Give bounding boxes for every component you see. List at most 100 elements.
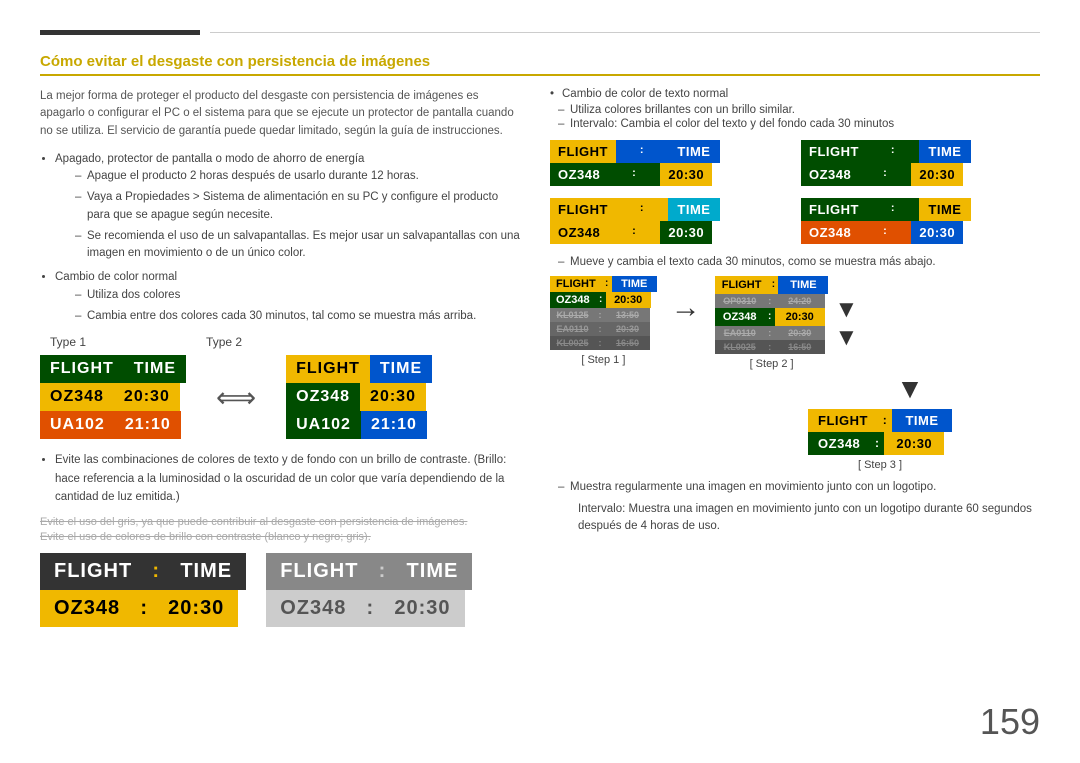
s2-t1650: 16:50 [775, 340, 825, 354]
s1-ea1: EA0110 [550, 322, 595, 336]
type2-label: Type 2 [206, 335, 242, 349]
cb4-header: FLIGHT : TIME [801, 198, 1040, 221]
large-board2-data: OZ348 : 20:30 [266, 590, 472, 627]
page-number: 159 [980, 701, 1040, 743]
lb2-colon: : [372, 553, 392, 590]
s2-colon3: : [765, 308, 775, 326]
swap-arrow: ⟺ [216, 381, 256, 414]
cb1-data: OZ348 : 20:30 [550, 163, 789, 186]
step2-board: FLIGHT : TIME OP0310 : 24:20 OZ348 [715, 276, 829, 354]
cb2-time-val: 20:30 [911, 163, 963, 186]
s2-colon: : [768, 276, 778, 294]
large-board2-header: FLIGHT : TIME [266, 553, 472, 590]
cb1-colon: : [616, 140, 668, 163]
large-board-2: FLIGHT : TIME OZ348 : 20:30 [266, 553, 472, 627]
top-decorative-lines [40, 30, 1040, 35]
lb1-oz: OZ348 [40, 590, 134, 627]
lb1-time-val: 20:30 [154, 590, 238, 627]
s1-time: TIME [612, 276, 657, 292]
right-column: Cambio de color de texto normal Utiliza … [550, 88, 1040, 627]
lb2-colon2: : [360, 590, 380, 627]
cb3-time-val: 20:30 [660, 221, 712, 244]
final-notes: Muestra regularmente una imagen en movim… [550, 481, 1040, 536]
cb1-time-val: 20:30 [660, 163, 712, 186]
contrast-text: Evite las combinaciones de colores de te… [55, 451, 520, 506]
cb3-header: FLIGHT : TIME [550, 198, 789, 221]
type2-ua-row: UA102 21:10 [286, 411, 432, 439]
type2-time-label: TIME [370, 355, 432, 383]
cb4-time-val: 20:30 [911, 221, 963, 244]
dash-list-1: Apague el producto 2 horas después de us… [75, 168, 520, 262]
note-dash-1: Muestra regularmente una imagen en movim… [550, 481, 1040, 493]
s1-oz: OZ348 [550, 292, 596, 308]
step1-r2: KL0125 : 13:50 [550, 308, 657, 322]
s2-colon2: : [765, 294, 775, 308]
cb4-flight: FLIGHT [801, 198, 867, 221]
cb2-colon: : [867, 140, 919, 163]
s2-time: TIME [778, 276, 828, 294]
main-bullet-list: Apagado, protector de pantalla o modo de… [55, 150, 520, 326]
s2-t2030b: 20:30 [775, 326, 825, 340]
bullet-item-1: Apagado, protector de pantalla o modo de… [55, 150, 520, 263]
double-down-arrow: ▼ ▼ [834, 296, 858, 352]
color-board-4: FLIGHT : TIME OZ348 : 20:30 [801, 198, 1040, 244]
section-title: Cómo evitar el desgaste con persistencia… [40, 53, 1040, 76]
type1-oz-time: 20:30 [114, 383, 180, 411]
lb1-colon2: : [134, 590, 154, 627]
type1-ua-row: UA102 21:10 [40, 411, 186, 439]
step1-r4: KL0025 : 16:50 [550, 336, 657, 350]
intro-text: La mejor forma de proteger el producto d… [40, 88, 520, 140]
cb2-time: TIME [919, 140, 971, 163]
step1-r3: EA0110 : 20:30 [550, 322, 657, 336]
cb1-oz: OZ348 [550, 163, 608, 186]
s2-oz: OZ348 [715, 308, 765, 326]
s1-kl1: KL0125 [550, 308, 595, 322]
s3-time: TIME [892, 409, 952, 432]
step1-header: FLIGHT : TIME [550, 276, 657, 292]
large-board-1: FLIGHT : TIME OZ348 : 20:30 [40, 553, 246, 627]
s2-op: OP0310 [715, 294, 765, 308]
s2-ea: EA0110 [715, 326, 765, 340]
cb4-colon2: : [859, 221, 911, 244]
type1-ua-time: 21:10 [115, 411, 181, 439]
arrow-down-2: ▼ [834, 324, 858, 352]
cb2-flight: FLIGHT [801, 140, 867, 163]
cb4-oz: OZ348 [801, 221, 859, 244]
color-board-3: FLIGHT : TIME OZ348 : 20:30 [550, 198, 789, 244]
type-boards-row: FLIGHT TIME OZ348 20:30 UA102 21:10 ⟺ [40, 355, 520, 439]
type2-oz-value: OZ348 [286, 383, 360, 411]
cb2-oz: OZ348 [801, 163, 859, 186]
type2-oz-time: 20:30 [360, 383, 426, 411]
dash-item: Apague el producto 2 horas después de us… [75, 168, 520, 185]
step2-r2: OZ348 : 20:30 [715, 308, 829, 326]
s2-t2420: 24:20 [775, 294, 825, 308]
step-intro-dash: Mueve y cambia el texto cada 30 minutos,… [550, 256, 1040, 268]
s3-flight: FLIGHT [808, 409, 878, 432]
main-layout: La mejor forma de proteger el producto d… [40, 88, 1040, 627]
cb4-time: TIME [919, 198, 971, 221]
s1-t1350: 13:50 [605, 308, 650, 322]
type1-board: FLIGHT TIME OZ348 20:30 UA102 21:10 [40, 355, 186, 439]
arrow-down-1: ▼ [834, 296, 858, 324]
color-board-1: FLIGHT : TIME OZ348 : 20:30 [550, 140, 789, 186]
bullet-item-2: Cambio de color normal Utiliza dos color… [55, 268, 520, 325]
s1-colon5: : [595, 336, 605, 350]
s1-colon2: : [596, 292, 606, 308]
type2-ua-time: 21:10 [361, 411, 427, 439]
large-board1-header: FLIGHT : TIME [40, 553, 246, 590]
cb1-colon2: : [608, 163, 660, 186]
cb2-data: OZ348 : 20:30 [801, 163, 1040, 186]
step3-header: FLIGHT : TIME [808, 409, 952, 432]
right-dash-2: Intervalo: Cambia el color del texto y d… [550, 118, 1040, 130]
lb2-flight: FLIGHT [266, 553, 372, 590]
s1-colon4: : [595, 322, 605, 336]
cb3-data: OZ348 : 20:30 [550, 221, 789, 244]
type1-label: Type 1 [50, 335, 86, 349]
color-boards-grid: FLIGHT : TIME OZ348 : 20:30 FLIGHT : [550, 140, 1040, 244]
dash-item: Cambia entre dos colores cada 30 minutos… [75, 308, 520, 325]
step3-board: FLIGHT : TIME OZ348 : 20:30 [808, 409, 952, 455]
s1-colon3: : [595, 308, 605, 322]
s2-colon5: : [765, 340, 775, 354]
top-line-light [210, 32, 1040, 33]
type1-oz-row: OZ348 20:30 [40, 383, 186, 411]
